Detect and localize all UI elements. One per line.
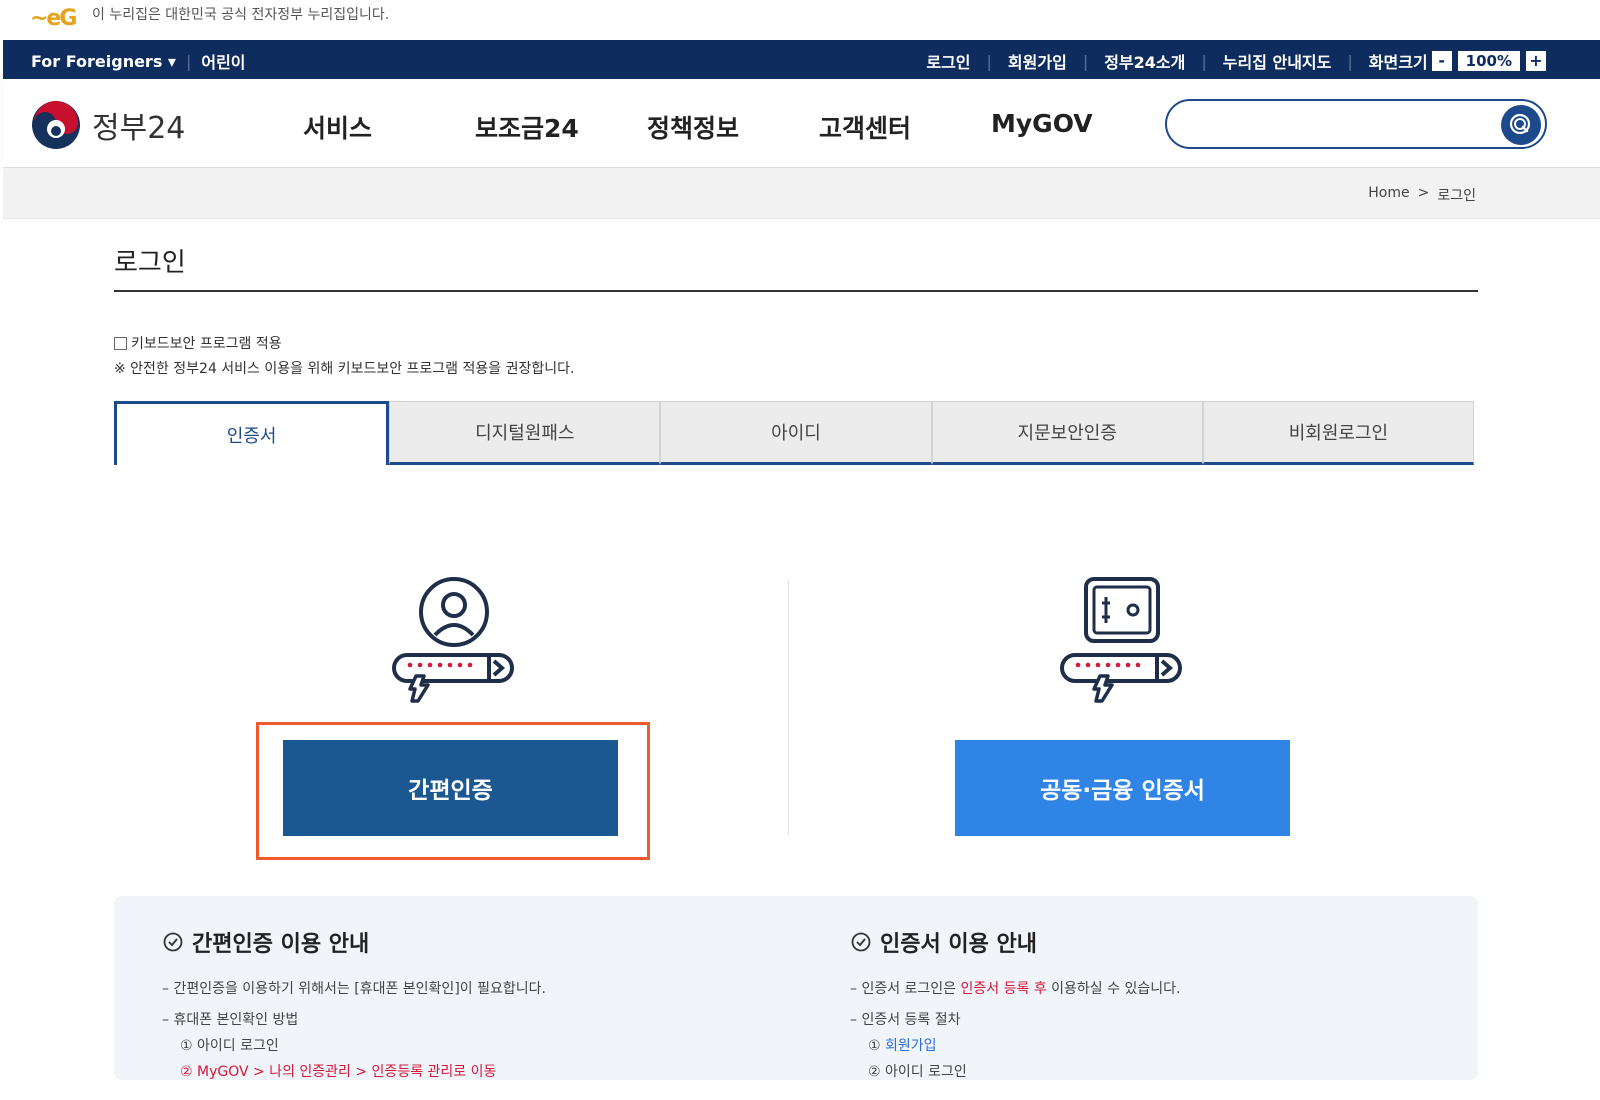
bullet-dash: –: [850, 981, 862, 997]
guide-item-text: 이용하실 수 있습니다.: [1046, 981, 1181, 997]
main-menu: 서비스 보조금24 정책정보 고객센터 MyGOV: [303, 109, 1163, 145]
simple-auth-guide-title: 간편인증 이용 안내: [192, 932, 370, 957]
guide-subitem: ① 아이디 로그인: [180, 1038, 279, 1054]
menu-subsidy24[interactable]: 보조금24: [475, 109, 647, 145]
search-icon: [1509, 113, 1531, 135]
page-title: 로그인: [114, 248, 186, 278]
login-link[interactable]: 로그인: [926, 49, 970, 73]
keyboard-security-option[interactable]: 키보드보안 프로그램 적용: [114, 333, 282, 353]
bullet-dash: –: [162, 981, 174, 997]
usage-guide-box: 간편인증 이용 안내 – 간편인증을 이용하기 위해서는 [휴대폰 본인확인]이…: [114, 896, 1478, 1080]
certificate-guide: 인증서 이용 안내 – 인증서 로그인은 인증서 등록 후 이용하실 수 있습니…: [850, 926, 1180, 1080]
login-method-tabs: 인증서 디지털원패스 아이디 지문보안인증 비회원로그인: [114, 401, 1475, 465]
joint-financial-certificate-button[interactable]: 공동·금융 인증서: [955, 740, 1290, 836]
guide-subitem-number: ①: [868, 1038, 886, 1054]
keyboard-security-note: ※ 안전한 정부24 서비스 이용을 위해 키보드보안 프로그램 적용을 권장합…: [114, 361, 575, 377]
breadcrumb-home[interactable]: Home: [1368, 185, 1409, 205]
signup-guide-link[interactable]: 회원가입: [885, 1038, 937, 1054]
taegeuk-logo-icon: [32, 101, 80, 149]
check-circle-icon: [851, 932, 871, 952]
guide-item-emphasis: 인증서 등록 후: [960, 981, 1047, 997]
search-input[interactable]: [1187, 111, 1491, 139]
bullet-dash: –: [850, 1012, 862, 1028]
utility-bar: For Foreigners ▾ | 어린이 로그인 | 회원가입 | 정부24…: [3, 40, 1600, 79]
signup-link[interactable]: 회원가입: [1008, 49, 1067, 73]
zoom-control: 화면크기 - 100% +: [1369, 49, 1546, 73]
menu-services[interactable]: 서비스: [303, 109, 475, 145]
zoom-in-button[interactable]: +: [1526, 51, 1546, 71]
zoom-level: 100%: [1457, 51, 1520, 71]
sitemap-link[interactable]: 누리집 안내지도: [1223, 49, 1332, 73]
divider: |: [1082, 51, 1089, 71]
check-circle-icon: [163, 932, 183, 952]
tab-fingerprint[interactable]: 지문보안인증: [931, 401, 1203, 465]
search-box: [1165, 99, 1547, 149]
menu-mygov[interactable]: MyGOV: [991, 109, 1163, 145]
site-logo[interactable]: 정부24: [30, 99, 185, 151]
menu-customer-center[interactable]: 고객센터: [819, 109, 991, 145]
certificate-guide-title: 인증서 이용 안내: [880, 932, 1037, 957]
bullet-dash: –: [162, 1012, 174, 1028]
gov-notice-bar: ~eG 이 누리집은 대한민국 공식 전자정부 누리집입니다.: [0, 0, 1600, 40]
guide-item: 인증서 등록 절차: [861, 1012, 961, 1028]
kids-link[interactable]: 어린이: [201, 49, 245, 73]
divider: |: [1347, 51, 1353, 71]
for-foreigners-link[interactable]: For Foreigners ▾: [31, 52, 176, 71]
screen-size-label: 화면크기: [1368, 53, 1428, 72]
guide-item: 휴대폰 본인확인 방법: [173, 1012, 299, 1028]
main-header: 정부24 서비스 보조금24 정책정보 고객센터 MyGOV: [3, 79, 1600, 168]
simple-auth-button[interactable]: 간편인증: [283, 740, 618, 836]
tab-certificate[interactable]: 인증서: [114, 401, 390, 465]
guide-subitem: ② 아이디 로그인: [868, 1064, 967, 1080]
logo-text: 정부24: [92, 111, 186, 146]
divider: |: [986, 51, 992, 71]
guide-subitem-link[interactable]: ② MyGOV > 나의 인증관리 > 인증등록 관리로 이동: [162, 1061, 546, 1080]
guide-item-text: 인증서 로그인은: [861, 981, 961, 997]
tab-id[interactable]: 아이디: [660, 401, 932, 465]
zoom-out-button[interactable]: -: [1431, 51, 1452, 71]
tab-digital-onepass[interactable]: 디지털원패스: [389, 401, 661, 465]
auth-divider: [788, 580, 789, 835]
about-link[interactable]: 정부24소개: [1104, 49, 1185, 73]
tab-guest-login[interactable]: 비회원로그인: [1202, 401, 1475, 465]
gov-notice-text: 이 누리집은 대한민국 공식 전자정부 누리집입니다.: [92, 7, 390, 23]
divider: |: [185, 51, 192, 71]
divider: |: [1201, 51, 1207, 71]
breadcrumb-current: 로그인: [1437, 188, 1476, 204]
title-divider: [114, 290, 1478, 292]
search-button[interactable]: [1501, 105, 1541, 145]
keyboard-security-label: 키보드보안 프로그램 적용: [131, 336, 282, 352]
keyboard-security-checkbox[interactable]: [114, 336, 127, 350]
government-mark-icon: ~eG: [30, 6, 77, 31]
breadcrumb-bar: Home > 로그인: [3, 168, 1600, 219]
menu-policy-info[interactable]: 정책정보: [647, 109, 819, 145]
breadcrumb-separator: >: [1417, 185, 1430, 201]
certificate-illustration-icon: [1060, 577, 1182, 703]
simple-auth-guide: 간편인증 이용 안내 – 간편인증을 이용하기 위해서는 [휴대폰 본인확인]이…: [162, 926, 546, 1080]
guide-item: 간편인증을 이용하기 위해서는 [휴대폰 본인확인]이 필요합니다.: [173, 981, 546, 997]
simple-auth-illustration-icon: [392, 577, 514, 703]
breadcrumb: Home > 로그인: [1368, 185, 1476, 205]
